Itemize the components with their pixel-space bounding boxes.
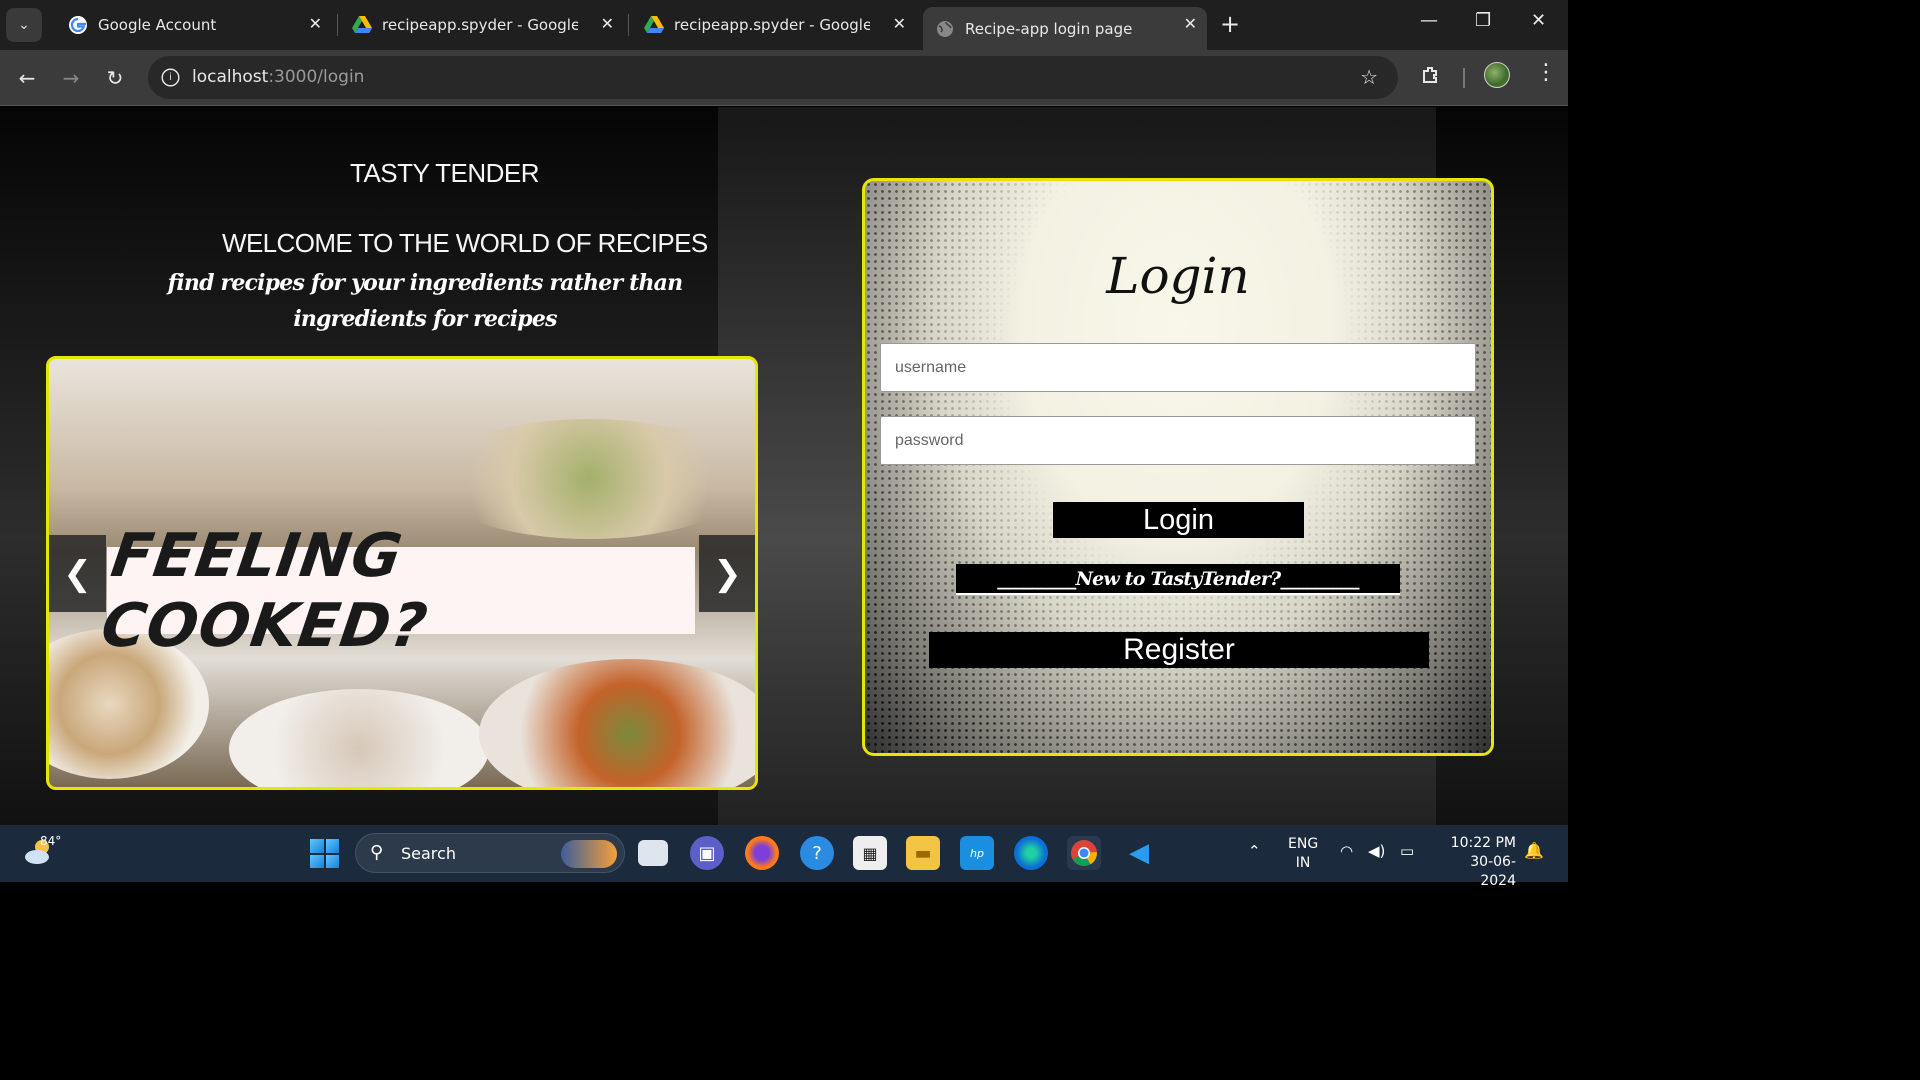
close-icon[interactable]: ✕ [309, 14, 322, 33]
vscode-icon[interactable]: ◀ [1122, 836, 1156, 870]
address-bar[interactable]: i localhost:3000/login ☆ [148, 56, 1398, 99]
notification-bell-icon[interactable]: 🔔 [1524, 841, 1544, 860]
toolbar-divider [1463, 68, 1465, 88]
search-label: Search [401, 844, 456, 863]
tagline: find recipes for your ingredients rather… [167, 270, 683, 332]
brand-title: TASTY TENDER [350, 158, 540, 188]
tab-search-button[interactable]: ⌄ [6, 8, 42, 42]
url-path: :3000/login [268, 67, 365, 87]
login-heading: Login [1106, 247, 1250, 305]
food-plate-image [229, 689, 489, 787]
google-drive-icon [352, 15, 372, 35]
bookmark-star-icon[interactable]: ☆ [1360, 65, 1378, 89]
task-view-icon[interactable] [638, 840, 668, 866]
welcome-heading: WELCOME TO THE WORLD OF RECIPES [222, 228, 708, 258]
more-menu-icon[interactable]: ⋮ [1535, 60, 1557, 85]
google-g-icon [68, 15, 88, 35]
tab-separator [628, 14, 629, 36]
username-input[interactable] [880, 343, 1476, 392]
profile-avatar[interactable] [1484, 62, 1510, 88]
browser-toolbar: ← → ↻ i localhost:3000/login ☆ ⋮ [0, 50, 1568, 106]
carousel-next-button[interactable]: ❯ [699, 535, 755, 612]
google-drive-icon [644, 15, 664, 35]
close-icon[interactable]: ✕ [601, 14, 614, 33]
windows-start-icon[interactable] [310, 839, 339, 868]
tab-google-account[interactable]: Google Account ✕ [56, 7, 332, 43]
chevron-down-icon: ⌄ [18, 17, 30, 33]
close-icon[interactable]: ✕ [893, 14, 906, 33]
tab-title: Google Account [98, 16, 217, 34]
clock-time: 10:22 PM [1450, 835, 1516, 851]
globe-icon [935, 19, 955, 39]
wifi-icon[interactable]: ◠ [1340, 842, 1353, 860]
tab-drive-1[interactable]: recipeapp.spyder - Google Drive ✕ [340, 7, 624, 43]
login-card: Login Login _________New to TastyTender?… [862, 178, 1494, 756]
system-clock[interactable]: 10:22 PM 30-06-2024 [1436, 834, 1516, 891]
clock-date: 30-06-2024 [1470, 854, 1516, 889]
restore-icon[interactable]: ❐ [1475, 10, 1491, 31]
search-highlight-icon [561, 840, 617, 868]
image-carousel: FEELING COOKED? ❮ ❯ [46, 356, 758, 790]
region-code: IN [1295, 855, 1311, 871]
myhp-icon[interactable]: hp [960, 836, 994, 870]
reload-icon[interactable]: ↻ [100, 63, 130, 93]
url-host: localhost [192, 67, 269, 87]
site-info-icon[interactable]: i [161, 68, 180, 87]
tab-title: Recipe-app login page [965, 19, 1133, 38]
language-indicator[interactable]: ENG IN [1288, 835, 1318, 873]
password-input[interactable] [880, 416, 1476, 465]
banner-text: FEELING COOKED? [97, 520, 433, 661]
register-button[interactable]: Register [929, 632, 1429, 668]
login-button[interactable]: Login [1053, 502, 1304, 538]
new-tab-button[interactable]: + [1220, 10, 1240, 38]
forward-arrow-icon[interactable]: → [56, 63, 86, 93]
minimize-icon[interactable]: — [1420, 10, 1438, 31]
chrome-icon[interactable] [1067, 836, 1101, 870]
carousel-banner: FEELING COOKED? [97, 521, 695, 661]
window-close-icon[interactable]: ✕ [1531, 10, 1546, 31]
firefox-icon[interactable] [745, 836, 779, 870]
tab-drive-2[interactable]: recipeapp.spyder - Google Drive ✕ [632, 7, 916, 43]
back-arrow-icon[interactable]: ← [12, 63, 42, 93]
page-viewport: TASTY TENDER WELCOME TO THE WORLD OF REC… [0, 107, 1568, 825]
extensions-puzzle-icon[interactable] [1420, 64, 1442, 91]
taskbar-search-box[interactable]: ⚲ Search [355, 833, 625, 873]
food-plate-image [479, 659, 755, 787]
tab-separator [337, 14, 338, 36]
carousel-prev-button[interactable]: ❮ [49, 535, 106, 612]
lang-code: ENG [1288, 836, 1319, 852]
browser-tab-strip: ⌄ Google Account ✕ recipeapp.spyder - Go… [0, 0, 1568, 50]
close-icon[interactable]: ✕ [1184, 14, 1197, 33]
edge-icon[interactable] [1014, 836, 1048, 870]
windows-taskbar: 84° ⚲ Search ▣ ? ▦ ▬ hp ◀ ⌃ ENG IN ◠ ◀) ▭… [0, 825, 1568, 889]
chat-icon[interactable]: ▣ [690, 836, 724, 870]
new-user-link[interactable]: _________New to TastyTender?_________ [956, 564, 1400, 595]
weather-temp: 84° [40, 834, 62, 848]
tab-title: recipeapp.spyder - Google Drive [382, 16, 578, 34]
help-icon[interactable]: ? [800, 836, 834, 870]
microsoft-store-icon[interactable]: ▦ [853, 836, 887, 870]
file-explorer-icon[interactable]: ▬ [906, 836, 940, 870]
volume-icon[interactable]: ◀) [1368, 842, 1385, 860]
chevron-up-icon[interactable]: ⌃ [1248, 842, 1261, 860]
tab-title: recipeapp.spyder - Google Drive [674, 16, 870, 34]
url-text: localhost:3000/login [192, 67, 364, 87]
tab-recipe-login[interactable]: Recipe-app login page ✕ [923, 7, 1207, 50]
battery-icon[interactable]: ▭ [1400, 842, 1414, 860]
search-icon: ⚲ [370, 842, 384, 863]
